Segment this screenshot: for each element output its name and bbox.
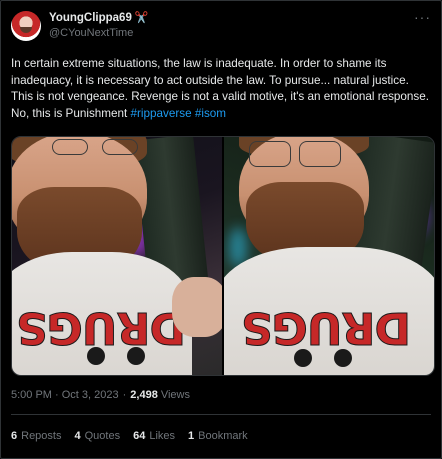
user-handle[interactable]: @CYouNextTime (49, 26, 149, 41)
glasses (52, 139, 88, 155)
quotes-stat[interactable]: 4 Quotes (74, 430, 120, 442)
hand (172, 277, 222, 337)
tweet-card: YoungClippa69 ✂️ @CYouNextTime ··· In ce… (0, 0, 442, 459)
photo-left[interactable]: DRUGS (12, 137, 222, 375)
skull-eye (87, 347, 105, 365)
skull-eye (127, 347, 145, 365)
avatar[interactable] (11, 11, 41, 41)
display-name[interactable]: YoungClippa69 (49, 11, 132, 26)
likes-stat[interactable]: 64 Likes (133, 430, 175, 442)
tweet-text: In certain extreme situations, the law i… (11, 56, 431, 122)
shirt-print: DRUGS (17, 302, 187, 354)
photo-right[interactable]: DRUGS (224, 137, 434, 375)
views-label: Views (160, 389, 190, 401)
skull-eye (294, 349, 312, 367)
skull-eye (334, 349, 352, 367)
views-count: 2,498 (130, 389, 158, 401)
glasses (102, 139, 138, 155)
glasses (299, 141, 341, 167)
author-names: YoungClippa69 ✂️ @CYouNextTime (49, 11, 149, 41)
shirt-print: DRUGS (242, 302, 412, 354)
timestamp[interactable]: 5:00 PM · Oct 3, 2023 (11, 389, 119, 401)
glasses (249, 141, 291, 167)
tweet-meta: 5:00 PM · Oct 3, 2023 · 2,498 Views (11, 389, 190, 401)
tweet-header: YoungClippa69 ✂️ @CYouNextTime (11, 11, 149, 41)
divider (11, 414, 431, 415)
bookmarks-stat[interactable]: 1 Bookmark (188, 430, 248, 442)
scissors-icon: ✂️ (134, 12, 149, 24)
more-horizontal-icon[interactable]: ··· (414, 9, 431, 25)
reposts-stat[interactable]: 6 Reposts (11, 430, 61, 442)
hashtag-link[interactable]: #isom (195, 107, 226, 120)
hashtag-link[interactable]: #rippaverse (131, 107, 192, 120)
media-grid: DRUGS DRUGS (11, 136, 435, 376)
engagement-stats: 6 Reposts 4 Quotes 64 Likes 1 Bookmark (11, 430, 261, 442)
